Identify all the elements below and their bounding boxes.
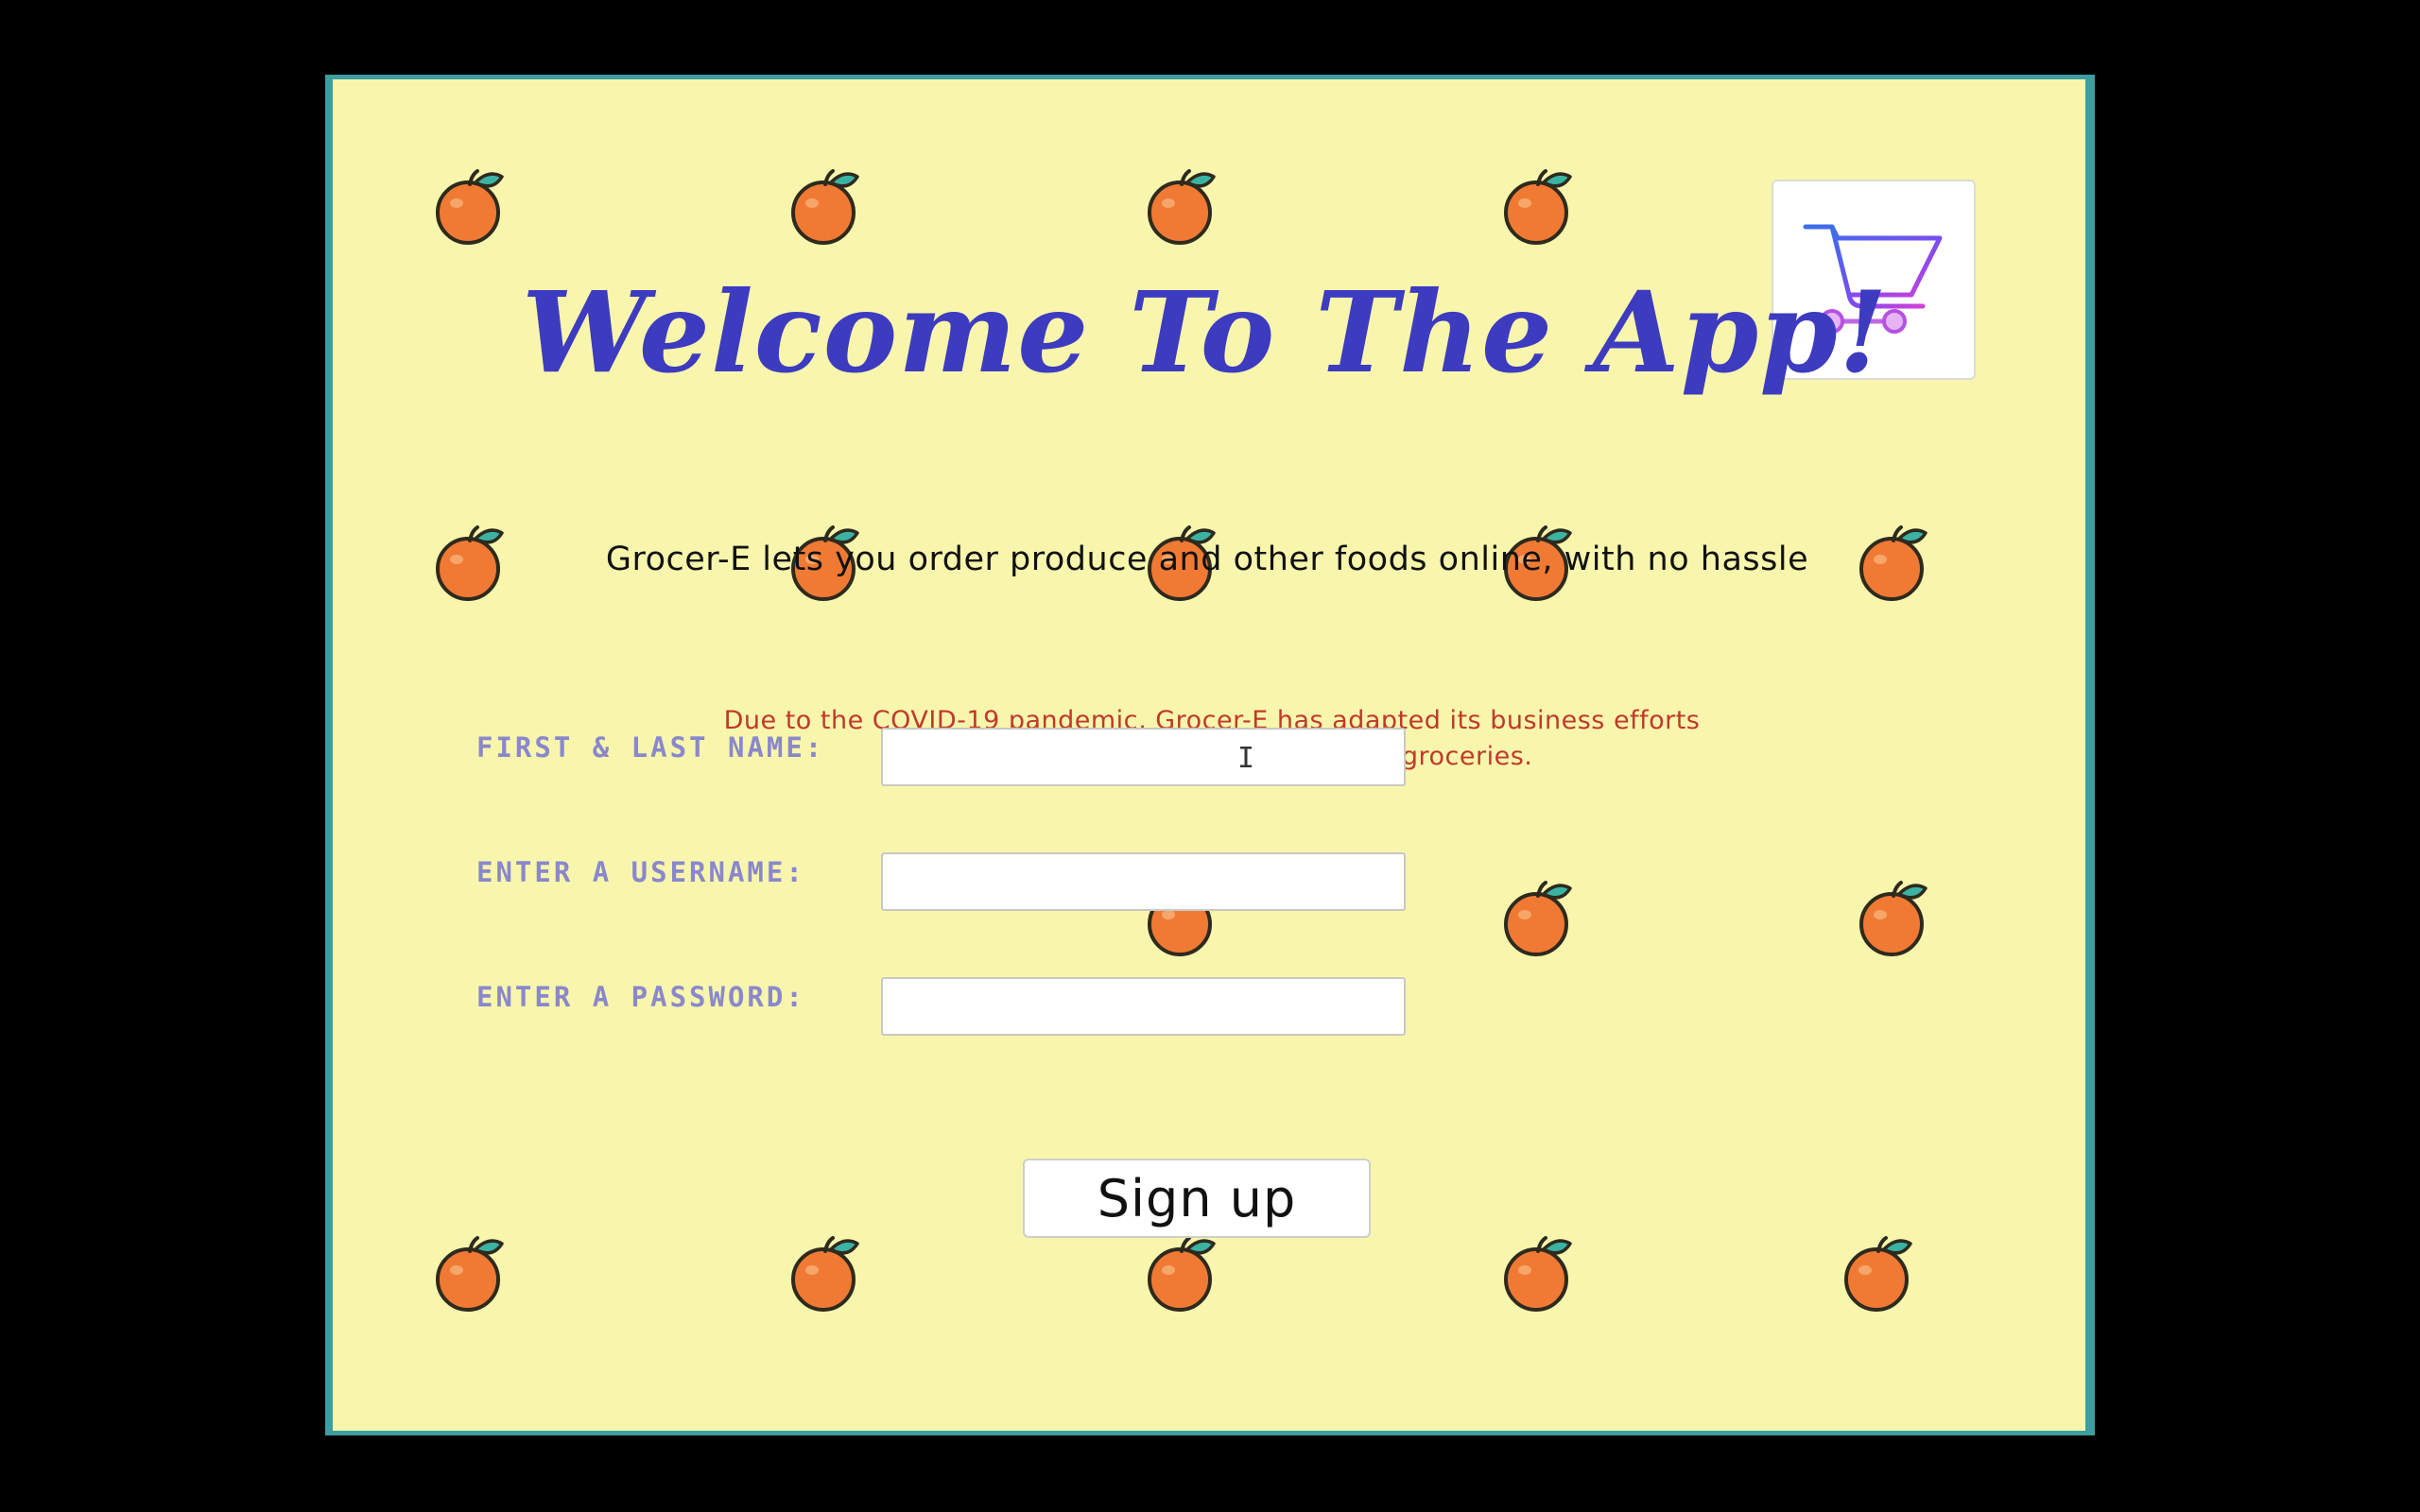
- welcome-title: Welcome To The App!: [522, 266, 1889, 398]
- password-label: ENTER A PASSWORD:: [476, 981, 805, 1013]
- name-field[interactable]: [881, 728, 1406, 786]
- orange-icon: [1144, 1234, 1219, 1314]
- orange-icon: [1144, 167, 1219, 247]
- name-label: FIRST & LAST NAME:: [476, 731, 825, 764]
- orange-icon: [432, 1234, 508, 1314]
- orange-icon: [1500, 879, 1576, 958]
- tagline-text: Grocer-E lets you order produce and othe…: [605, 541, 1809, 578]
- username-label: ENTER A USERNAME:: [476, 856, 805, 888]
- orange-icon: [787, 167, 863, 247]
- orange-icon: [432, 167, 508, 247]
- signup-button[interactable]: Sign up: [1023, 1159, 1371, 1238]
- password-field[interactable]: [881, 977, 1406, 1036]
- orange-icon: [1841, 1234, 1916, 1314]
- orange-icon: [1500, 167, 1576, 247]
- username-field[interactable]: [881, 852, 1406, 911]
- app-window: Welcome To The App! Grocer-E lets you or…: [325, 75, 2095, 1435]
- text-cursor-icon: I: [1237, 742, 1255, 775]
- orange-icon: [1856, 879, 1931, 958]
- orange-icon: [1500, 1234, 1576, 1314]
- tagline: Grocer-E lets you order produce and othe…: [333, 537, 2085, 582]
- orange-icon: [787, 1234, 863, 1314]
